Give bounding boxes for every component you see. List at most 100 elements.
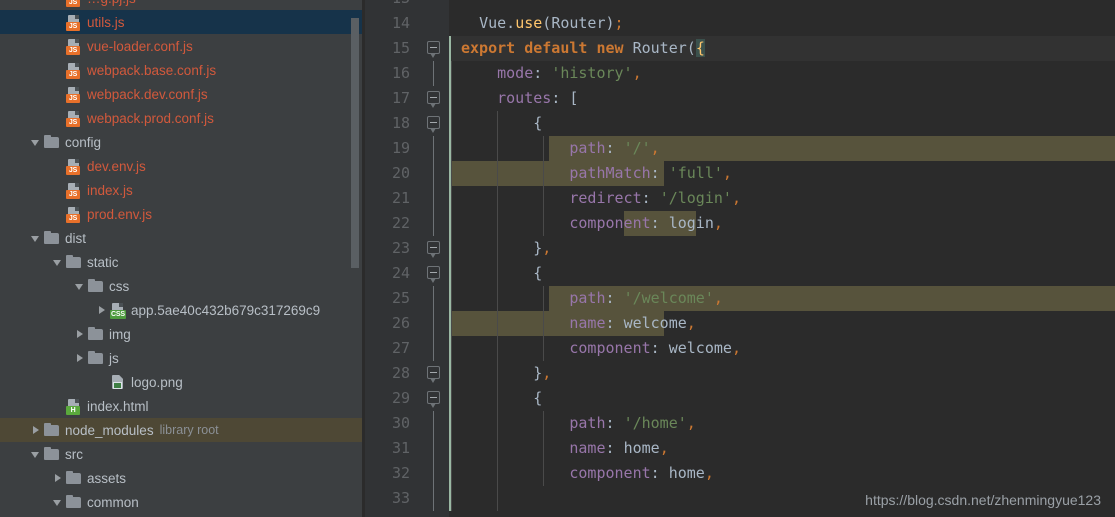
- sidebar-scrollbar-track[interactable]: [351, 0, 362, 517]
- tree-item[interactable]: node_modules library root: [0, 418, 365, 442]
- fold-gutter[interactable]: [419, 461, 449, 486]
- tree-item[interactable]: img: [0, 322, 365, 346]
- code-line[interactable]: 16 mode: 'history',: [365, 61, 1115, 86]
- fold-gutter[interactable]: [419, 111, 449, 136]
- tree-item[interactable]: config: [0, 130, 365, 154]
- tree-item[interactable]: JS webpack.prod.conf.js: [0, 106, 365, 130]
- tree-item[interactable]: dist: [0, 226, 365, 250]
- code-line[interactable]: 20 pathMatch: 'full',: [365, 161, 1115, 186]
- tree-item-label: js: [109, 350, 119, 366]
- chevron-right-icon[interactable]: [96, 304, 108, 316]
- chevron-down-icon[interactable]: [74, 280, 86, 292]
- tree-item[interactable]: assets: [0, 466, 365, 490]
- fold-gutter[interactable]: [419, 161, 449, 186]
- fold-gutter[interactable]: [419, 86, 449, 111]
- fold-gutter[interactable]: [419, 361, 449, 386]
- line-number: 14: [365, 11, 419, 36]
- fold-gutter[interactable]: [419, 36, 449, 61]
- tree-item[interactable]: JS vue-loader.conf.js: [0, 34, 365, 58]
- code-block-marker: [449, 311, 451, 336]
- fold-gutter[interactable]: [419, 61, 449, 86]
- code-line[interactable]: 29 {: [365, 386, 1115, 411]
- tree-item-label: webpack.dev.conf.js: [87, 86, 208, 102]
- tree-item[interactable]: src: [0, 442, 365, 466]
- tree-item[interactable]: js: [0, 346, 365, 370]
- fold-gutter[interactable]: [419, 186, 449, 211]
- tree-item[interactable]: JS index.js: [0, 178, 365, 202]
- tree-item[interactable]: JS …g.pj.js: [0, 0, 365, 10]
- code-line[interactable]: 24 {: [365, 261, 1115, 286]
- chevron-down-icon[interactable]: [30, 448, 42, 460]
- fold-toggle-icon[interactable]: [427, 266, 440, 279]
- tree-item[interactable]: css: [0, 274, 365, 298]
- code-line[interactable]: 30 path: '/home',: [365, 411, 1115, 436]
- chevron-down-icon[interactable]: [52, 256, 64, 268]
- fold-toggle-icon[interactable]: [427, 366, 440, 379]
- code-line[interactable]: 19 path: '/',: [365, 136, 1115, 161]
- code-lines[interactable]: 1314 Vue.use(Router);15export default ne…: [365, 0, 1115, 511]
- fold-gutter[interactable]: [419, 336, 449, 361]
- code-line[interactable]: 22 component: login,: [365, 211, 1115, 236]
- fold-gutter[interactable]: [419, 311, 449, 336]
- code-editor[interactable]: 1314 Vue.use(Router);15export default ne…: [365, 0, 1115, 517]
- fold-gutter[interactable]: [419, 236, 449, 261]
- line-number: 29: [365, 386, 419, 411]
- chevron-down-icon[interactable]: [30, 232, 42, 244]
- fold-gutter[interactable]: [419, 411, 449, 436]
- code-line[interactable]: 21 redirect: '/login',: [365, 186, 1115, 211]
- code-line[interactable]: 18 {: [365, 111, 1115, 136]
- tree-item[interactable]: JS webpack.dev.conf.js: [0, 82, 365, 106]
- folder-icon: [88, 326, 104, 342]
- tree-item[interactable]: Hindex.html: [0, 394, 365, 418]
- code-line[interactable]: 26 name: welcome,: [365, 311, 1115, 336]
- fold-toggle-icon[interactable]: [427, 391, 440, 404]
- chevron-right-icon[interactable]: [74, 352, 86, 364]
- code-line[interactable]: 17 routes: [: [365, 86, 1115, 111]
- code-line[interactable]: 15 export default new Router({: [365, 36, 1115, 61]
- code-tokens: name: home,: [569, 439, 669, 457]
- fold-gutter[interactable]: [419, 436, 449, 461]
- fold-toggle-icon[interactable]: [427, 41, 440, 54]
- fold-gutter[interactable]: [419, 11, 449, 36]
- tree-item[interactable]: JS dev.env.js: [0, 154, 365, 178]
- fold-toggle-icon[interactable]: [427, 116, 440, 129]
- fold-gutter[interactable]: [419, 211, 449, 236]
- fold-gutter[interactable]: [419, 486, 449, 511]
- code-line[interactable]: 14 Vue.use(Router);: [365, 11, 1115, 36]
- line-number: 31: [365, 436, 419, 461]
- sidebar-scrollbar-thumb[interactable]: [351, 18, 359, 268]
- code-tokens: component: home,: [569, 464, 714, 482]
- fold-gutter[interactable]: [419, 286, 449, 311]
- code-tokens: mode: 'history',: [497, 64, 642, 82]
- code-line[interactable]: 23 },: [365, 236, 1115, 261]
- chevron-right-icon[interactable]: [30, 424, 42, 436]
- tree-item-label: prod.env.js: [87, 206, 153, 222]
- fold-gutter[interactable]: [419, 0, 449, 11]
- tree-item[interactable]: common: [0, 490, 365, 514]
- tree-item[interactable]: JS prod.env.js: [0, 202, 365, 226]
- fold-gutter[interactable]: [419, 136, 449, 161]
- code-line[interactable]: 32 component: home,: [365, 461, 1115, 486]
- chevron-right-icon[interactable]: [74, 328, 86, 340]
- tree-item[interactable]: logo.png: [0, 370, 365, 394]
- fold-gutter[interactable]: [419, 386, 449, 411]
- tree-item[interactable]: static: [0, 250, 365, 274]
- tree-item[interactable]: JS utils.js: [0, 10, 365, 34]
- chevron-right-icon[interactable]: [52, 472, 64, 484]
- folder-icon: [88, 278, 104, 294]
- code-line[interactable]: 13: [365, 0, 1115, 11]
- tree-item[interactable]: JS webpack.base.conf.js: [0, 58, 365, 82]
- code-block-marker: [449, 236, 451, 261]
- fold-toggle-icon[interactable]: [427, 91, 440, 104]
- fold-gutter[interactable]: [419, 261, 449, 286]
- fold-toggle-icon[interactable]: [427, 241, 440, 254]
- chevron-down-icon[interactable]: [30, 136, 42, 148]
- tree-item-label: utils.js: [87, 14, 125, 30]
- code-line[interactable]: 25 path: '/welcome',: [365, 286, 1115, 311]
- code-line[interactable]: 31 name: home,: [365, 436, 1115, 461]
- code-line[interactable]: 27 component: welcome,: [365, 336, 1115, 361]
- tree-item[interactable]: CSS app.5ae40c432b679c317269c9: [0, 298, 365, 322]
- chevron-down-icon[interactable]: [52, 496, 64, 508]
- code-line[interactable]: 28 },: [365, 361, 1115, 386]
- code-tokens: },: [533, 364, 552, 382]
